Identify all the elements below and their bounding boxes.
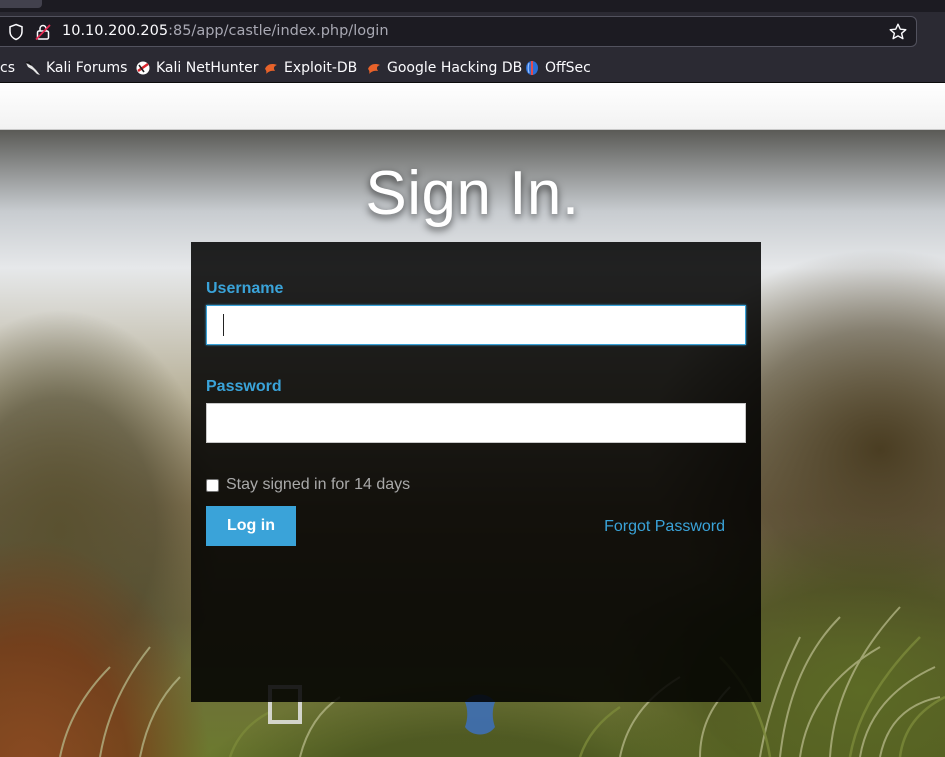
remember-me-label[interactable]: Stay signed in for 14 days (226, 476, 410, 494)
bookmark-item-exploit-db[interactable]: Exploit-DB (263, 58, 357, 78)
bookmark-item-kali-forums[interactable]: Kali Forums (25, 58, 127, 78)
bookmark-item-kali-nethunter[interactable]: Kali NetHunter (135, 58, 258, 78)
text-caret (223, 314, 224, 336)
kali-dragon-icon (25, 61, 40, 75)
bookmark-star-icon[interactable] (888, 22, 908, 42)
url-path: :85/app/castle/index.php/login (168, 23, 389, 39)
username-input[interactable] (206, 305, 746, 345)
page-title: Sign In. (365, 159, 580, 228)
page-header (0, 83, 945, 130)
remember-me-checkbox[interactable] (206, 478, 219, 492)
bookmark-label: Kali Forums (46, 60, 128, 76)
navigation-bar: 10.10.200.205:85/app/castle/index.php/lo… (0, 12, 945, 52)
bookmarks-toolbar: cs Kali Forums Kali NetHunter Exploit-DB… (0, 52, 945, 83)
bookmark-item-docs[interactable]: cs (0, 58, 15, 78)
login-form-panel: Username Password Stay signed in for 14 … (191, 242, 761, 702)
tab-strip (0, 0, 945, 12)
url-host: 10.10.200.205 (62, 23, 169, 39)
insecure-lock-icon[interactable] (34, 23, 52, 41)
bookmark-item-google-hacking-db[interactable]: Google Hacking DB (366, 58, 522, 78)
bookmark-label: Kali NetHunter (156, 60, 259, 76)
login-button[interactable]: Log in (206, 506, 296, 546)
password-label: Password (206, 378, 282, 395)
username-label: Username (206, 280, 284, 297)
offsec-icon (526, 61, 538, 75)
exploit-db-icon (265, 64, 277, 74)
bookmark-item-offsec[interactable]: OffSec (524, 58, 591, 78)
url-bar[interactable]: 10.10.200.205:85/app/castle/index.php/lo… (0, 16, 917, 47)
active-tab-edge[interactable] (0, 0, 42, 8)
url-text[interactable]: 10.10.200.205:85/app/castle/index.php/lo… (62, 23, 389, 39)
bookmark-label: Exploit-DB (284, 60, 358, 76)
bookmark-label: OffSec (545, 60, 591, 76)
remember-me-row: Stay signed in for 14 days (206, 476, 410, 494)
ghdb-icon (368, 64, 380, 74)
forgot-password-link[interactable]: Forgot Password (604, 518, 725, 536)
password-input[interactable] (206, 403, 746, 443)
bookmark-label: cs (0, 60, 15, 76)
bookmark-label: Google Hacking DB (387, 60, 523, 76)
nethunter-icon (136, 61, 150, 75)
tracking-protection-shield-icon[interactable] (7, 23, 25, 41)
hero-background: Sign In. Username Password Stay signed i… (0, 130, 945, 757)
